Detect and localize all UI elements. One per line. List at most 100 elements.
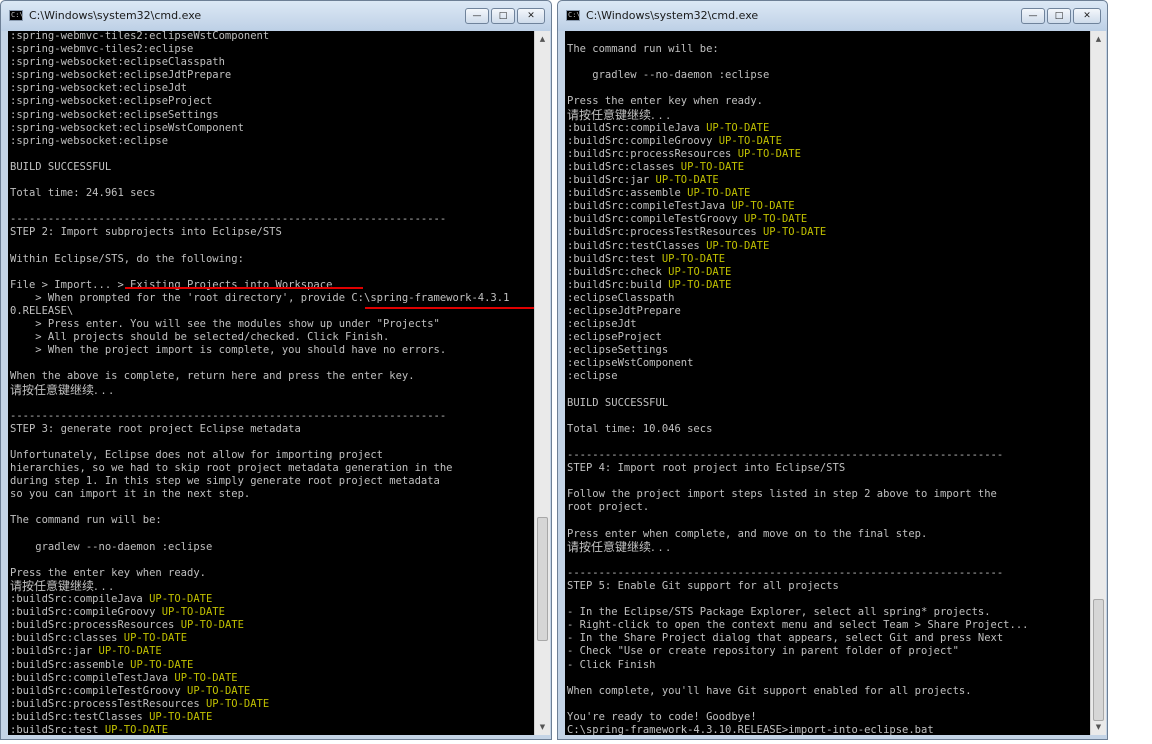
console-line-text: :spring-websocket:eclipseWstComponent bbox=[10, 121, 244, 134]
console-line-text: :buildSrc:assemble bbox=[567, 187, 681, 200]
console-line: > When prompted for the 'root directory'… bbox=[10, 292, 534, 305]
console-line-text: :buildSrc:jar bbox=[10, 645, 93, 658]
console-line: during step 1. In this step we simply ge… bbox=[10, 475, 534, 488]
console-output[interactable]: The command run will be: gradlew --no-da… bbox=[565, 31, 1090, 735]
up-to-date-status: UP-TO-DATE bbox=[706, 239, 770, 252]
up-to-date-status: UP-TO-DATE bbox=[149, 593, 213, 606]
console-line: :eclipseJdtPrepare bbox=[567, 305, 1090, 318]
console-line: Unfortunately, Eclipse does not allow fo… bbox=[10, 449, 534, 462]
scroll-down-arrow-icon[interactable]: ▼ bbox=[535, 719, 550, 735]
console-line-text: Press the enter key when ready. bbox=[567, 95, 763, 108]
console-line-text: hierarchies, so we had to skip root proj… bbox=[10, 462, 453, 475]
close-button[interactable]: ✕ bbox=[517, 8, 545, 24]
up-to-date-status: UP-TO-DATE bbox=[180, 619, 244, 632]
console-line: - Click Finish bbox=[567, 659, 1090, 672]
console-line-text: C:\spring-framework-4.3.10.RELEASE>impor… bbox=[567, 723, 934, 735]
up-to-date-status: UP-TO-DATE bbox=[130, 658, 194, 671]
vertical-scrollbar[interactable]: ▲ ▼ bbox=[534, 31, 550, 735]
console-line: :buildSrc:processTestResources UP-TO-DAT… bbox=[567, 226, 1090, 239]
console-line: > When the project import is complete, y… bbox=[10, 344, 534, 357]
console-line-text: :eclipseClasspath bbox=[567, 291, 675, 304]
console-line-text: :buildSrc:check bbox=[567, 265, 662, 278]
console-line-text: :eclipseProject bbox=[567, 331, 662, 344]
console-line: The command run will be: bbox=[10, 514, 534, 527]
console-line: :buildSrc:build UP-TO-DATE bbox=[567, 279, 1090, 292]
title-bar[interactable]: C:\ C:\Windows\system32\cmd.exe — □ ✕ bbox=[558, 1, 1107, 31]
console-line: BUILD SUCCESSFUL bbox=[10, 161, 534, 174]
console-line-text: 请按任意键继续. . . bbox=[567, 108, 671, 122]
console-line-text: ----------------------------------------… bbox=[10, 409, 447, 422]
minimize-button[interactable]: — bbox=[1021, 8, 1045, 24]
console-line-text: When the above is complete, return here … bbox=[10, 370, 415, 383]
console-line-text: - Click Finish bbox=[567, 658, 656, 671]
scroll-down-arrow-icon[interactable]: ▼ bbox=[1091, 719, 1106, 735]
maximize-button[interactable]: □ bbox=[1047, 8, 1071, 24]
scrollbar-thumb[interactable] bbox=[537, 517, 548, 641]
console-line-text: :spring-websocket:eclipse bbox=[10, 134, 169, 147]
scroll-up-arrow-icon[interactable]: ▲ bbox=[1091, 31, 1106, 47]
up-to-date-status: UP-TO-DATE bbox=[731, 200, 795, 213]
console-line: Follow the project import steps listed i… bbox=[567, 488, 1090, 501]
console-line: Within Eclipse/STS, do the following: bbox=[10, 253, 534, 266]
console-line-text: You're ready to code! Goodbye! bbox=[567, 710, 757, 723]
console-line-text: Within Eclipse/STS, do the following: bbox=[10, 252, 244, 265]
console-line: :spring-websocket:eclipseJdtPrepare bbox=[10, 69, 534, 82]
console-lines: :spring-webmvc-tiles2:eclipseWstComponen… bbox=[10, 31, 534, 735]
console-line: :eclipseWstComponent bbox=[567, 357, 1090, 370]
console-line-text: :buildSrc:testClasses bbox=[10, 710, 143, 723]
console-line-text: :buildSrc:compileTestJava bbox=[567, 200, 726, 213]
console-line: :buildSrc:compileGroovy UP-TO-DATE bbox=[567, 135, 1090, 148]
title-bar[interactable]: C:\ C:\Windows\system32\cmd.exe — □ ✕ bbox=[1, 1, 551, 31]
cmd-window-right[interactable]: C:\ C:\Windows\system32\cmd.exe — □ ✕ Th… bbox=[557, 0, 1108, 740]
close-button[interactable]: ✕ bbox=[1073, 8, 1101, 24]
up-to-date-status: UP-TO-DATE bbox=[161, 606, 225, 619]
console-line: :eclipseJdt bbox=[567, 318, 1090, 331]
console-line-text: :buildSrc:build bbox=[567, 278, 662, 291]
console-line: :eclipseClasspath bbox=[567, 292, 1090, 305]
up-to-date-status: UP-TO-DATE bbox=[655, 174, 719, 187]
console-line: :buildSrc:classes UP-TO-DATE bbox=[10, 632, 534, 645]
console-line-text: :buildSrc:test bbox=[10, 723, 99, 735]
console-line-text: STEP 5: Enable Git support for all proje… bbox=[567, 579, 839, 592]
console-line-text: Press the enter key when ready. bbox=[10, 566, 206, 579]
scrollbar-thumb[interactable] bbox=[1093, 599, 1104, 721]
console-line-text: - In the Share Project dialog that appea… bbox=[567, 632, 1004, 645]
console-line: :spring-websocket:eclipseWstComponent bbox=[10, 122, 534, 135]
console-line-text: :eclipseSettings bbox=[567, 344, 669, 357]
console-line-text: :spring-webmvc-tiles2:eclipse bbox=[10, 43, 194, 56]
minimize-button[interactable]: — bbox=[465, 8, 489, 24]
console-line: :buildSrc:jar UP-TO-DATE bbox=[10, 645, 534, 658]
window-controls: — □ ✕ bbox=[1019, 8, 1101, 24]
up-to-date-status: UP-TO-DATE bbox=[706, 121, 770, 134]
cmd-app-icon: C:\ bbox=[9, 10, 24, 21]
vertical-scrollbar[interactable]: ▲ ▼ bbox=[1090, 31, 1106, 735]
cmd-window-left[interactable]: C:\ C:\Windows\system32\cmd.exe — □ ✕ :s… bbox=[0, 0, 552, 740]
console-line: :eclipseSettings bbox=[567, 344, 1090, 357]
up-to-date-status: UP-TO-DATE bbox=[744, 213, 808, 226]
console-output[interactable]: :spring-webmvc-tiles2:eclipseWstComponen… bbox=[8, 31, 534, 735]
console-line-text: :buildSrc:processResources bbox=[567, 147, 732, 160]
console-line: 请按任意键继续. . . bbox=[10, 580, 534, 593]
console-line: You're ready to code! Goodbye! bbox=[567, 711, 1090, 724]
console-line: :spring-webmvc-tiles2:eclipseWstComponen… bbox=[10, 31, 534, 43]
console-line: ----------------------------------------… bbox=[567, 567, 1090, 580]
console-line: :buildSrc:processTestResources UP-TO-DAT… bbox=[10, 698, 534, 711]
console-line: :eclipse bbox=[567, 370, 1090, 383]
scroll-up-arrow-icon[interactable]: ▲ bbox=[535, 31, 550, 47]
up-to-date-status: UP-TO-DATE bbox=[104, 723, 169, 735]
console-line-text: ----------------------------------------… bbox=[10, 213, 447, 226]
up-to-date-status: UP-TO-DATE bbox=[762, 226, 827, 239]
maximize-button[interactable]: □ bbox=[491, 8, 515, 24]
console-line: When complete, you'll have Git support e… bbox=[567, 685, 1090, 698]
up-to-date-status: UP-TO-DATE bbox=[687, 187, 751, 200]
console-line: :buildSrc:test UP-TO-DATE bbox=[567, 253, 1090, 266]
console-line-text: :buildSrc:testClasses bbox=[567, 239, 700, 252]
